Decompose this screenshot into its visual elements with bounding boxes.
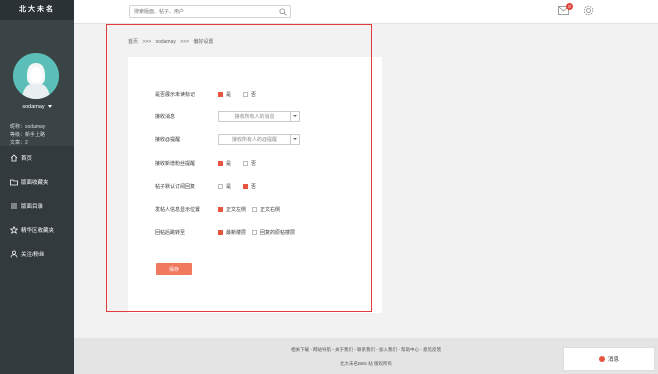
radio-yes[interactable] (218, 183, 223, 189)
setting-label: 回帖后跳转至 (155, 229, 186, 236)
notification-badge: 0 (566, 3, 573, 10)
radio-yes[interactable] (218, 160, 223, 166)
message-button[interactable]: 消息 (563, 347, 655, 371)
sidebar-nav: 首页 版面收藏夹 版面目录 精华区收藏夹 关注/粉丝 (0, 146, 74, 266)
search-box (129, 5, 291, 18)
search-input[interactable] (130, 6, 270, 17)
main-content: 首页 >>> sodamay >>> 偏好设置 是否展示未读标记 是 否 接收消… (74, 24, 658, 338)
user-icon (9, 250, 18, 259)
star-icon (9, 226, 18, 235)
breadcrumb: 首页 >>> sodamay >>> 偏好设置 (128, 38, 216, 45)
level-label: 等级： (10, 132, 26, 138)
setting-label: 是否展示未读标记 (155, 91, 196, 98)
username-dropdown[interactable]: sodamay (0, 104, 74, 110)
select-value: 接收所有人的@提醒 (231, 136, 278, 143)
nickname-label: 昵称： (10, 124, 26, 130)
option-label: 最新楼层 (226, 229, 247, 236)
option-label: 是 (226, 91, 232, 98)
chevron-down-icon (290, 111, 299, 121)
setting-label: 接收@提醒 (155, 136, 181, 143)
message-icon (598, 356, 605, 362)
option-label: 否 (251, 183, 257, 190)
radio-no[interactable] (243, 183, 249, 189)
sidebar: 北大未名 sodamay 昵称：sodamay 等级：新手上路 文章：2 首页 … (0, 0, 74, 374)
folder-icon (9, 178, 18, 187)
radio-no[interactable] (243, 91, 249, 97)
sidebar-item-board-directory[interactable]: 版面目录 (0, 194, 74, 218)
receive-messages-select[interactable]: 接收所有人的消息 (218, 110, 300, 122)
radio-left[interactable] (218, 206, 223, 212)
settings-button[interactable] (583, 5, 594, 18)
username: sodamay (22, 104, 45, 110)
chevron-down-icon (290, 134, 299, 144)
save-button[interactable]: 保存 (156, 263, 192, 275)
select-value: 接收所有人的消息 (234, 113, 275, 120)
message-button-label: 消息 (607, 357, 619, 363)
radio-group: 是 否 (218, 91, 268, 98)
top-bar: 0 (74, 0, 658, 24)
breadcrumb-current: 偏好设置 (193, 39, 214, 45)
search-icon[interactable] (279, 8, 287, 18)
sidebar-item-digest-favorites[interactable]: 精华区收藏夹 (0, 218, 74, 242)
option-label: 正文右侧 (260, 206, 281, 213)
radio-group: 是 否 (218, 160, 268, 167)
option-label: 否 (251, 160, 257, 167)
sidebar-item-label: 精华区收藏夹 (21, 228, 55, 234)
sidebar-item-label: 版面目录 (21, 204, 44, 210)
radio-latest-floor[interactable] (218, 229, 223, 235)
posts-label: 文章： (10, 140, 26, 146)
breadcrumb-home[interactable]: 首页 (128, 39, 138, 45)
sidebar-item-label: 首页 (21, 156, 33, 162)
user-meta: 昵称：sodamay 等级：新手上路 文章：2 (10, 123, 45, 147)
breadcrumb-user[interactable]: sodamay (156, 39, 176, 45)
setting-label: 接收新增粉丝提醒 (155, 160, 196, 167)
option-label: 正文左侧 (226, 206, 247, 213)
preferences-form: 是否展示未读标记 是 否 接收消息 接收所有人的消息 接收@提醒 接收所有人的@… (128, 57, 382, 313)
avatar[interactable] (13, 53, 59, 99)
setting-row-default-subscribe: 帖子默认订阅回复 是 否 (128, 179, 382, 193)
radio-group: 最新楼层 回复的原帖楼层 (218, 229, 307, 236)
home-icon (9, 154, 18, 163)
posts-value: 2 (25, 140, 28, 146)
setting-label: 接收消息 (155, 113, 176, 120)
setting-label: 发帖人信息显示位置 (155, 206, 201, 213)
breadcrumb-separator: >>> (180, 39, 190, 45)
radio-original-floor[interactable] (252, 229, 258, 235)
breadcrumb-separator: >>> (142, 39, 152, 45)
receive-mentions-select[interactable]: 接收所有人的@提醒 (218, 133, 300, 145)
radio-yes[interactable] (218, 91, 223, 97)
setting-row-new-follower: 接收新增粉丝提醒 是 否 (128, 156, 382, 170)
nickname-value: sodamay (25, 124, 46, 130)
radio-no[interactable] (243, 160, 249, 166)
mail-icon (558, 6, 569, 17)
setting-row-receive-mentions: 接收@提醒 接收所有人的@提醒 (128, 132, 382, 146)
sidebar-item-label: 版面收藏夹 (21, 180, 49, 186)
user-profile: sodamay 昵称：sodamay 等级：新手上路 文章：2 (0, 20, 74, 146)
site-logo[interactable]: 北大未名 (0, 0, 74, 20)
option-label: 是 (226, 183, 232, 190)
radio-group: 正文左侧 正文右侧 (218, 206, 292, 213)
setting-row-receive-messages: 接收消息 接收所有人的消息 (128, 109, 382, 123)
radio-right[interactable] (252, 206, 258, 212)
setting-row-poster-info-position: 发帖人信息显示位置 正文左侧 正文右侧 (128, 202, 382, 216)
sidebar-item-follow[interactable]: 关注/粉丝 (0, 242, 74, 266)
sidebar-item-label: 关注/粉丝 (21, 252, 45, 258)
chevron-down-icon (47, 105, 52, 109)
option-label: 否 (251, 91, 257, 98)
sidebar-item-home[interactable]: 首页 (0, 146, 74, 170)
option-label: 回复的原帖楼层 (260, 229, 296, 236)
sidebar-item-board-favorites[interactable]: 版面收藏夹 (0, 170, 74, 194)
option-label: 是 (226, 160, 232, 167)
list-icon (9, 202, 18, 211)
level-value: 新手上路 (25, 132, 46, 138)
setting-row-unread-mark: 是否展示未读标记 是 否 (128, 87, 382, 101)
radio-group: 是 否 (218, 183, 268, 190)
messages-button[interactable]: 0 (558, 3, 573, 17)
gear-icon (583, 5, 594, 18)
setting-label: 帖子默认订阅回复 (155, 183, 196, 190)
setting-row-after-reply-jump: 回帖后跳转至 最新楼层 回复的原帖楼层 (128, 225, 382, 239)
